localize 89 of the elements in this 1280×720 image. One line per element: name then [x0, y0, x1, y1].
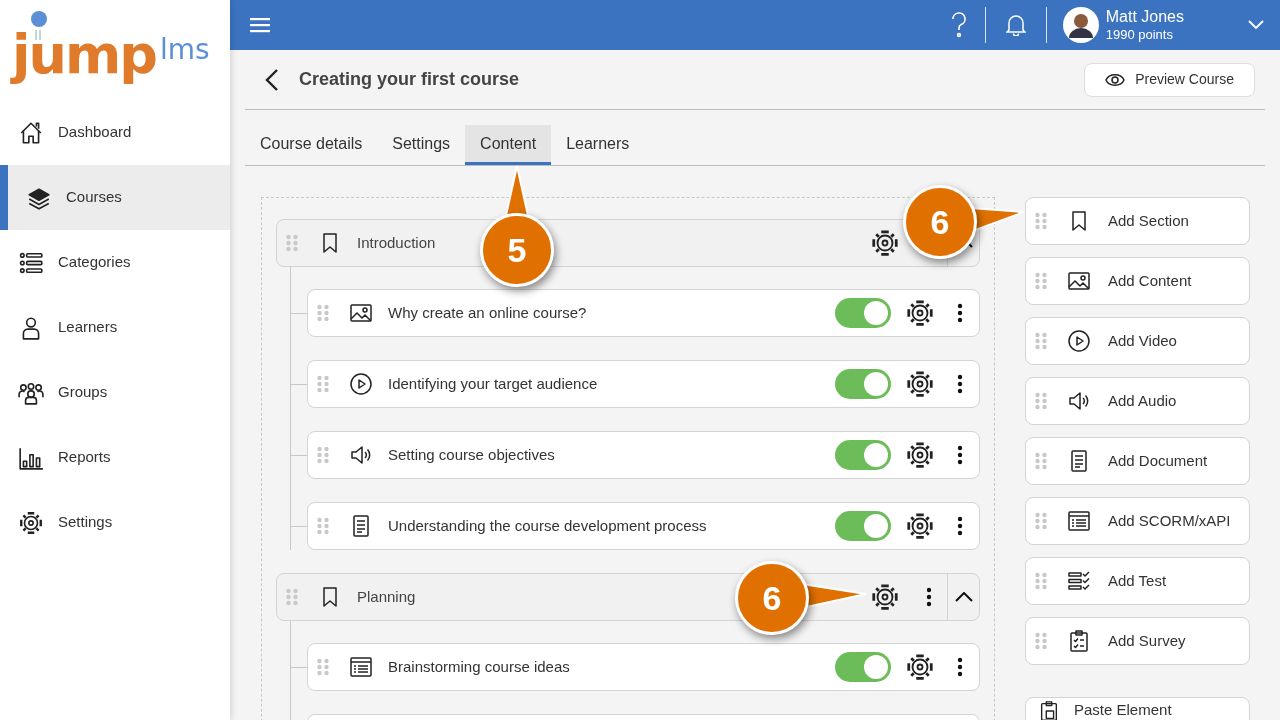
item-title: Identifying your target audience — [388, 373, 598, 394]
speaker-icon — [349, 443, 373, 467]
add-element-button[interactable]: Add Document — [1025, 437, 1250, 485]
play-icon — [1067, 329, 1091, 353]
drag-handle-icon[interactable] — [1035, 452, 1047, 470]
section-title: Planning — [357, 586, 416, 607]
clipboard-icon — [1067, 629, 1091, 653]
help-icon[interactable] — [950, 12, 967, 38]
item-title: Setting course objectives — [388, 444, 555, 465]
toggle-switch[interactable] — [835, 369, 891, 399]
play-icon — [349, 372, 373, 396]
drag-handle-icon[interactable] — [1035, 212, 1047, 230]
more-options-icon[interactable] — [957, 303, 963, 323]
toggle-switch[interactable] — [835, 298, 891, 328]
more-options-icon[interactable] — [957, 516, 963, 536]
checklist-icon — [1067, 569, 1091, 593]
section-title: Introduction — [357, 232, 436, 253]
more-options-icon[interactable] — [957, 374, 963, 394]
callout-badge: 5 — [480, 213, 554, 287]
drag-handle-icon[interactable] — [317, 375, 329, 393]
speaker-icon — [1067, 389, 1091, 413]
drag-handle-icon[interactable] — [1035, 512, 1047, 530]
more-options-icon[interactable] — [957, 445, 963, 465]
back-icon[interactable] — [265, 67, 279, 92]
image-icon — [349, 301, 373, 325]
callout-badge: 6 — [903, 185, 977, 259]
paste-element-button[interactable]: Paste Element — [1025, 697, 1250, 720]
drag-handle-icon[interactable] — [1035, 572, 1047, 590]
toggle-switch[interactable] — [835, 652, 891, 682]
callout-badge: 6 — [735, 561, 809, 635]
add-element-button[interactable]: Add Content — [1025, 257, 1250, 305]
add-element-button[interactable]: Add Section — [1025, 197, 1250, 245]
eye-icon — [1105, 72, 1126, 87]
drag-handle-icon[interactable] — [286, 588, 298, 606]
notification-icon[interactable] — [1005, 14, 1026, 36]
toggle-switch[interactable] — [835, 440, 891, 470]
home-icon — [18, 119, 44, 146]
drag-handle-icon[interactable] — [286, 234, 298, 252]
drag-handle-icon[interactable] — [317, 517, 329, 535]
drag-handle-icon[interactable] — [317, 304, 329, 322]
item-title: Why create an online course? — [388, 302, 587, 323]
preview-course-button[interactable]: Preview Course — [1084, 62, 1255, 97]
sidebar-item[interactable]: Learners — [0, 295, 230, 360]
add-element-button[interactable]: Add SCORM/xAPI — [1025, 497, 1250, 545]
toggle-switch[interactable] — [835, 511, 891, 541]
add-element-button[interactable]: Add Audio — [1025, 377, 1250, 425]
sidebar-item[interactable]: Dashboard — [0, 100, 230, 165]
settings-icon[interactable] — [905, 369, 935, 399]
clipboard-icon — [1038, 700, 1060, 720]
user-points: 1990 points — [1105, 26, 1174, 44]
sidebar-item[interactable]: Groups — [0, 360, 230, 425]
page-title: Creating your first course — [299, 68, 520, 91]
sidebar-item[interactable]: Categories — [0, 230, 230, 295]
drag-handle-icon[interactable] — [317, 658, 329, 676]
sidebar-item[interactable]: Reports — [0, 425, 230, 490]
tab[interactable]: Content — [465, 125, 552, 165]
menu-icon[interactable] — [250, 17, 270, 33]
settings-icon[interactable] — [905, 440, 935, 470]
item-title: Brainstorming course ideas — [388, 656, 570, 677]
more-options-icon[interactable] — [926, 587, 932, 607]
avatar-icon — [1062, 7, 1099, 43]
image-icon — [1067, 269, 1091, 293]
list-window-icon — [1067, 509, 1091, 533]
logo-text: lms — [159, 36, 210, 64]
tab[interactable]: Settings — [377, 125, 466, 165]
add-element-button[interactable]: Add Survey — [1025, 617, 1250, 665]
list-window-icon — [349, 655, 373, 679]
add-element-button[interactable]: Add Test — [1025, 557, 1250, 605]
settings-icon[interactable] — [905, 511, 935, 541]
tab[interactable]: Learners — [551, 125, 645, 165]
logo-text: jump — [12, 28, 156, 82]
settings-icon[interactable] — [870, 582, 900, 612]
user-name: Matt Jones — [1105, 6, 1184, 27]
settings-icon[interactable] — [905, 298, 935, 328]
tab[interactable]: Course details — [245, 125, 378, 165]
settings-icon[interactable] — [905, 652, 935, 682]
add-element-button[interactable]: Add Video — [1025, 317, 1250, 365]
item-title: Understanding the course development process — [388, 515, 707, 536]
settings-icon[interactable] — [870, 228, 900, 258]
drag-handle-icon[interactable] — [1035, 332, 1047, 350]
chevron-up-icon — [954, 592, 973, 602]
settings-icon — [18, 509, 44, 536]
drag-handle-icon[interactable] — [1035, 392, 1047, 410]
sidebar-item[interactable]: Settings — [0, 490, 230, 555]
sidebar-item[interactable]: Courses — [0, 165, 230, 230]
drag-handle-icon[interactable] — [1035, 272, 1047, 290]
drag-handle-icon[interactable] — [317, 446, 329, 464]
more-options-icon[interactable] — [957, 657, 963, 677]
drag-handle-icon[interactable] — [1035, 632, 1047, 650]
